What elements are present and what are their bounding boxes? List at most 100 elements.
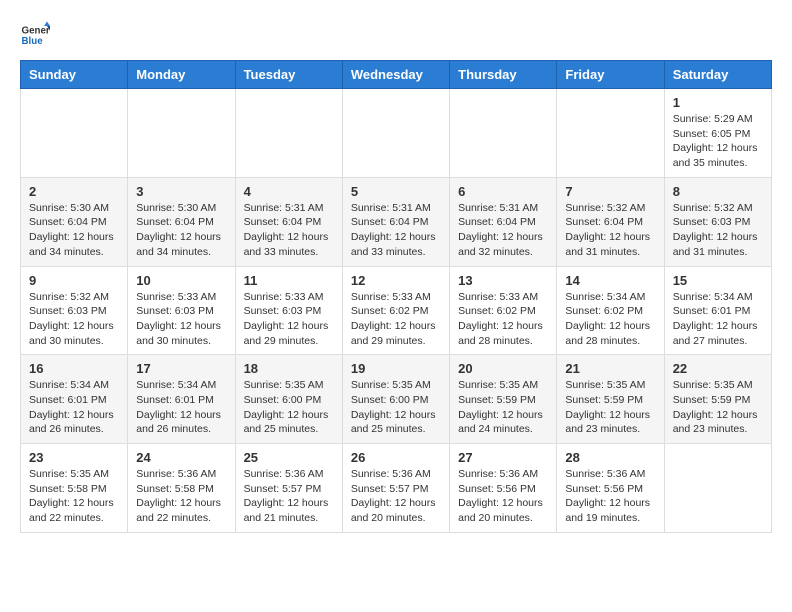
calendar-cell: 17 Sunrise: 5:34 AM Sunset: 6:01 PM Dayli… — [128, 355, 235, 444]
day-info: Sunrise: 5:34 AM Sunset: 6:01 PM Dayligh… — [29, 378, 119, 437]
weekday-header-wednesday: Wednesday — [342, 61, 449, 89]
day-info: Sunrise: 5:32 AM Sunset: 6:04 PM Dayligh… — [565, 201, 655, 260]
day-info: Sunrise: 5:33 AM Sunset: 6:02 PM Dayligh… — [458, 290, 548, 349]
day-info: Sunrise: 5:30 AM Sunset: 6:04 PM Dayligh… — [29, 201, 119, 260]
day-info: Sunrise: 5:35 AM Sunset: 5:59 PM Dayligh… — [673, 378, 763, 437]
day-number: 17 — [136, 361, 226, 376]
day-number: 22 — [673, 361, 763, 376]
calendar-cell: 22 Sunrise: 5:35 AM Sunset: 5:59 PM Dayli… — [664, 355, 771, 444]
calendar-week-row: 23 Sunrise: 5:35 AM Sunset: 5:58 PM Dayli… — [21, 444, 772, 533]
day-info: Sunrise: 5:36 AM Sunset: 5:57 PM Dayligh… — [351, 467, 441, 526]
day-info: Sunrise: 5:31 AM Sunset: 6:04 PM Dayligh… — [351, 201, 441, 260]
day-info: Sunrise: 5:35 AM Sunset: 5:59 PM Dayligh… — [458, 378, 548, 437]
day-number: 18 — [244, 361, 334, 376]
calendar-cell: 8Sunrise: 5:32 AM Sunset: 6:03 PM Daylig… — [664, 177, 771, 266]
calendar-cell: 16Sunrise: 5:34 AM Sunset: 6:01 PM Dayli… — [21, 355, 128, 444]
day-number: 24 — [136, 450, 226, 465]
day-info: Sunrise: 5:34 AM Sunset: 6:01 PM Dayligh… — [673, 290, 763, 349]
day-number: 10 — [136, 273, 226, 288]
day-number: 5 — [351, 184, 441, 199]
day-number: 3 — [136, 184, 226, 199]
calendar-cell: 10 Sunrise: 5:33 AM Sunset: 6:03 PM Dayli… — [128, 266, 235, 355]
calendar-cell — [664, 444, 771, 533]
calendar-cell — [342, 89, 449, 178]
day-number: 25 — [244, 450, 334, 465]
day-number: 21 — [565, 361, 655, 376]
day-number: 12 — [351, 273, 441, 288]
weekday-header-sunday: Sunday — [21, 61, 128, 89]
logo-icon: General Blue — [20, 20, 50, 50]
calendar-cell: 1 Sunrise: 5:29 AM Sunset: 6:05 PM Daylig… — [664, 89, 771, 178]
day-info: Sunrise: 5:35 AM Sunset: 6:00 PM Dayligh… — [244, 378, 334, 437]
calendar-cell — [235, 89, 342, 178]
day-info: Sunrise: 5:33 AM Sunset: 6:02 PM Dayligh… — [351, 290, 441, 349]
calendar-cell: 4 Sunrise: 5:31 AM Sunset: 6:04 PM Daylig… — [235, 177, 342, 266]
day-info: Sunrise: 5:29 AM Sunset: 6:05 PM Dayligh… — [673, 112, 763, 171]
page-header: General Blue — [20, 20, 772, 50]
day-info: Sunrise: 5:32 AM Sunset: 6:03 PM Dayligh… — [29, 290, 119, 349]
calendar-cell: 2 Sunrise: 5:30 AM Sunset: 6:04 PM Daylig… — [21, 177, 128, 266]
weekday-header-tuesday: Tuesday — [235, 61, 342, 89]
day-number: 7 — [565, 184, 655, 199]
calendar-cell: 21 Sunrise: 5:35 AM Sunset: 5:59 PM Dayli… — [557, 355, 664, 444]
day-info: Sunrise: 5:33 AM Sunset: 6:03 PM Dayligh… — [244, 290, 334, 349]
day-number: 14 — [565, 273, 655, 288]
calendar-cell: 3 Sunrise: 5:30 AM Sunset: 6:04 PM Daylig… — [128, 177, 235, 266]
calendar-cell: 20 Sunrise: 5:35 AM Sunset: 5:59 PM Dayli… — [450, 355, 557, 444]
calendar-cell: 27 Sunrise: 5:36 AM Sunset: 5:56 PM Dayli… — [450, 444, 557, 533]
day-info: Sunrise: 5:36 AM Sunset: 5:57 PM Dayligh… — [244, 467, 334, 526]
day-number: 11 — [244, 273, 334, 288]
calendar-cell: 23 Sunrise: 5:35 AM Sunset: 5:58 PM Dayli… — [21, 444, 128, 533]
calendar-cell: 5 Sunrise: 5:31 AM Sunset: 6:04 PM Daylig… — [342, 177, 449, 266]
day-info: Sunrise: 5:31 AM Sunset: 6:04 PM Dayligh… — [244, 201, 334, 260]
day-number: 15 — [673, 273, 763, 288]
day-number: 23 — [29, 450, 119, 465]
day-number: 1 — [673, 95, 763, 110]
day-number: 13 — [458, 273, 548, 288]
day-info: Sunrise: 5:36 AM Sunset: 5:56 PM Dayligh… — [458, 467, 548, 526]
day-number: 4 — [244, 184, 334, 199]
calendar-cell: 18 Sunrise: 5:35 AM Sunset: 6:00 PM Dayli… — [235, 355, 342, 444]
calendar-cell: 26 Sunrise: 5:36 AM Sunset: 5:57 PM Dayli… — [342, 444, 449, 533]
weekday-header-friday: Friday — [557, 61, 664, 89]
day-info: Sunrise: 5:35 AM Sunset: 6:00 PM Dayligh… — [351, 378, 441, 437]
calendar-cell — [557, 89, 664, 178]
day-info: Sunrise: 5:35 AM Sunset: 5:59 PM Dayligh… — [565, 378, 655, 437]
calendar-cell: 6Sunrise: 5:31 AM Sunset: 6:04 PM Daylig… — [450, 177, 557, 266]
day-number: 6 — [458, 184, 548, 199]
weekday-header-saturday: Saturday — [664, 61, 771, 89]
calendar-cell: 7 Sunrise: 5:32 AM Sunset: 6:04 PM Daylig… — [557, 177, 664, 266]
day-number: 27 — [458, 450, 548, 465]
day-number: 2 — [29, 184, 119, 199]
calendar-cell: 24 Sunrise: 5:36 AM Sunset: 5:58 PM Dayli… — [128, 444, 235, 533]
weekday-header-thursday: Thursday — [450, 61, 557, 89]
calendar-cell: 25 Sunrise: 5:36 AM Sunset: 5:57 PM Dayli… — [235, 444, 342, 533]
day-number: 19 — [351, 361, 441, 376]
day-info: Sunrise: 5:35 AM Sunset: 5:58 PM Dayligh… — [29, 467, 119, 526]
calendar-week-row: 9 Sunrise: 5:32 AM Sunset: 6:03 PM Daylig… — [21, 266, 772, 355]
day-info: Sunrise: 5:34 AM Sunset: 6:02 PM Dayligh… — [565, 290, 655, 349]
calendar-cell: 15 Sunrise: 5:34 AM Sunset: 6:01 PM Dayli… — [664, 266, 771, 355]
day-number: 20 — [458, 361, 548, 376]
day-info: Sunrise: 5:34 AM Sunset: 6:01 PM Dayligh… — [136, 378, 226, 437]
day-info: Sunrise: 5:33 AM Sunset: 6:03 PM Dayligh… — [136, 290, 226, 349]
calendar-cell: 12 Sunrise: 5:33 AM Sunset: 6:02 PM Dayli… — [342, 266, 449, 355]
weekday-header-row: SundayMondayTuesdayWednesdayThursdayFrid… — [21, 61, 772, 89]
svg-text:Blue: Blue — [22, 36, 44, 47]
calendar-cell — [450, 89, 557, 178]
calendar-cell: 11 Sunrise: 5:33 AM Sunset: 6:03 PM Dayli… — [235, 266, 342, 355]
calendar-cell: 19 Sunrise: 5:35 AM Sunset: 6:00 PM Dayli… — [342, 355, 449, 444]
calendar-week-row: 2 Sunrise: 5:30 AM Sunset: 6:04 PM Daylig… — [21, 177, 772, 266]
day-info: Sunrise: 5:36 AM Sunset: 5:58 PM Dayligh… — [136, 467, 226, 526]
day-number: 8 — [673, 184, 763, 199]
calendar-cell: 9 Sunrise: 5:32 AM Sunset: 6:03 PM Daylig… — [21, 266, 128, 355]
calendar-cell — [21, 89, 128, 178]
day-number: 9 — [29, 273, 119, 288]
calendar-week-row: 1 Sunrise: 5:29 AM Sunset: 6:05 PM Daylig… — [21, 89, 772, 178]
calendar-week-row: 16Sunrise: 5:34 AM Sunset: 6:01 PM Dayli… — [21, 355, 772, 444]
day-info: Sunrise: 5:30 AM Sunset: 6:04 PM Dayligh… — [136, 201, 226, 260]
day-number: 26 — [351, 450, 441, 465]
calendar-cell: 14 Sunrise: 5:34 AM Sunset: 6:02 PM Dayli… — [557, 266, 664, 355]
day-number: 28 — [565, 450, 655, 465]
logo: General Blue — [20, 20, 54, 50]
